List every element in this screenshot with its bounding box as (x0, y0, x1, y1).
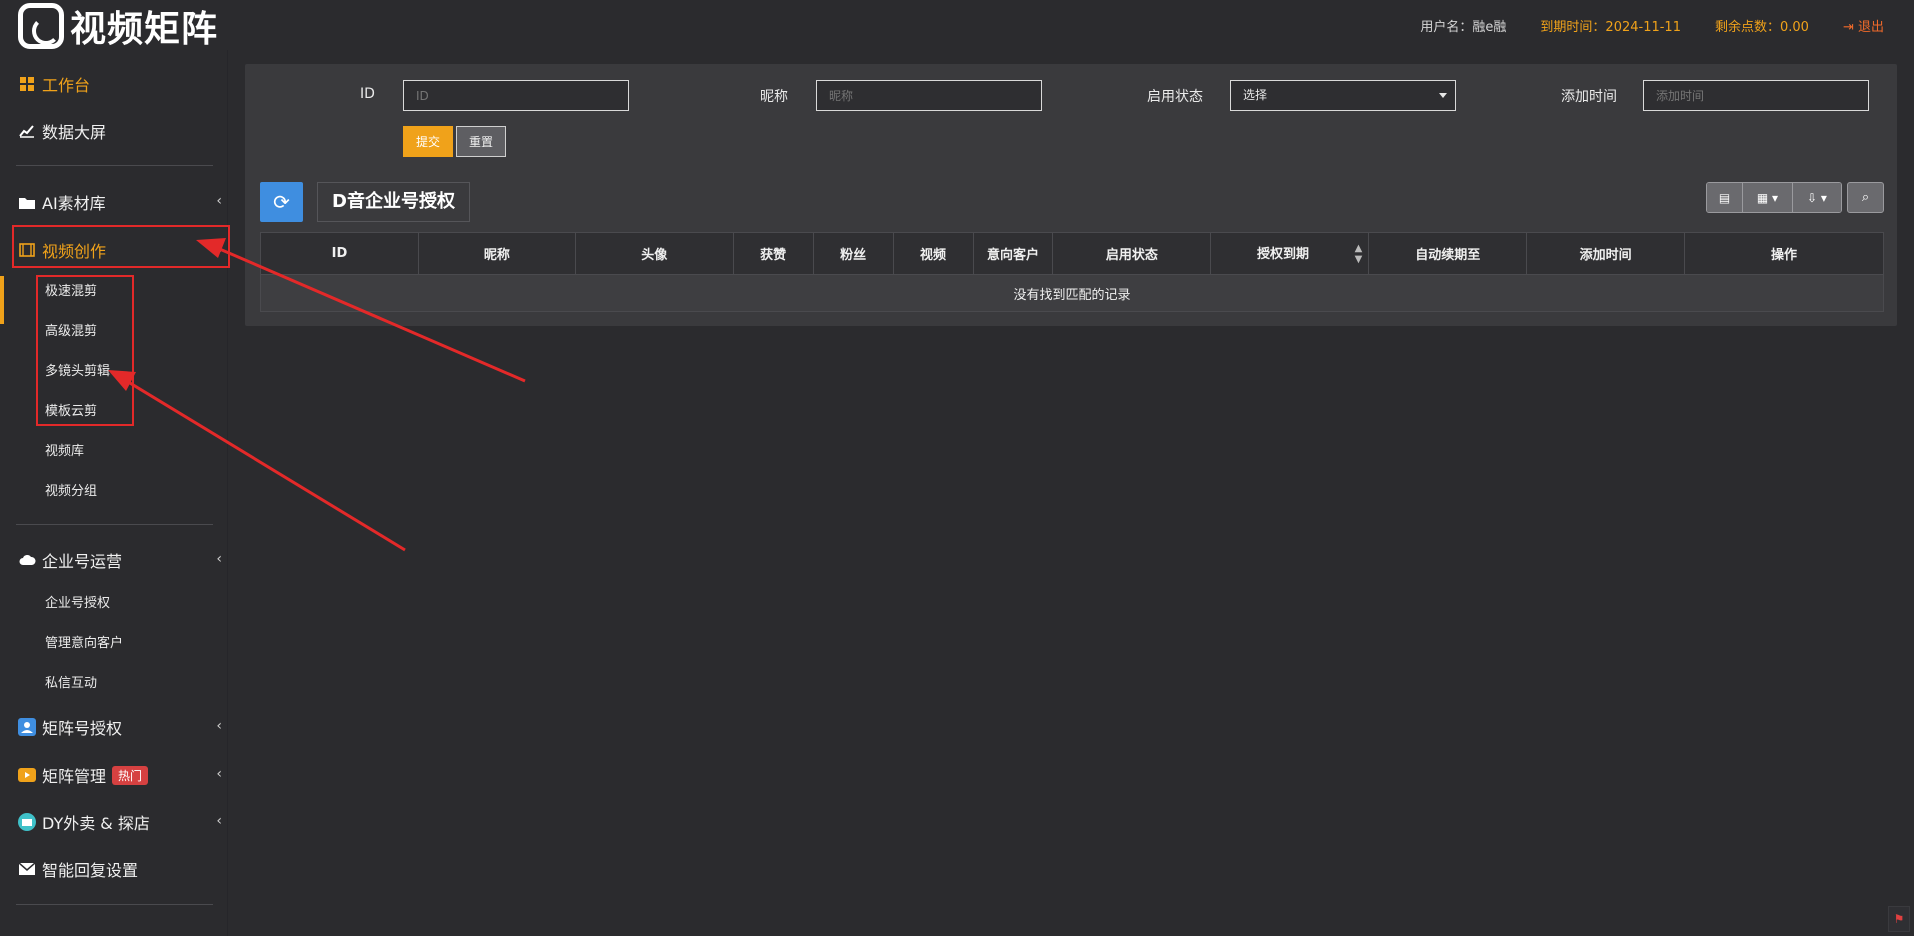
sidebar-item-matrix-auth[interactable]: 矩阵号授权 ‹ (18, 711, 222, 743)
reset-button[interactable]: 重置 (456, 126, 506, 157)
toggle-view-button[interactable]: ▤ (1707, 183, 1743, 212)
folder-icon (18, 193, 36, 211)
store-icon (18, 813, 36, 831)
sidebar-item-ai-library[interactable]: AI素材库 ‹ (18, 186, 222, 218)
chevron-left-icon: ‹ (216, 193, 222, 209)
filter-nickname-label: 昵称 (760, 89, 788, 105)
col-add-time[interactable]: 添加时间 (1526, 232, 1686, 275)
col-id[interactable]: ID (260, 232, 419, 275)
envelope-icon (18, 860, 36, 878)
columns-button[interactable]: ▦ ▾ (1743, 183, 1793, 212)
chevron-left-icon: ‹ (216, 813, 222, 829)
sidebar-item-enterprise-ops[interactable]: 企业号运营 ‹ (18, 544, 222, 576)
chevron-left-icon: ‹ (216, 551, 222, 567)
col-auto-renew[interactable]: 自动续期至 (1368, 232, 1528, 275)
active-indicator (0, 276, 4, 324)
sidebar-item-dashboard[interactable]: 数据大屏 (18, 115, 218, 147)
username-label: 用户名：融e融 (1420, 20, 1507, 35)
col-nickname[interactable]: 昵称 (417, 232, 576, 275)
user-info-bar: 用户名：融e融 到期时间：2024-11-11 剩余点数：0.00 ⇥ 退出 (1420, 16, 1884, 35)
filter-status-value: 选择 (1243, 88, 1268, 102)
sidebar-item-dy-takeout[interactable]: DY外卖 & 探店 ‹ (18, 806, 222, 838)
sidebar-sub-video-group[interactable]: 视频分组 (45, 482, 97, 502)
table-header-row: ID 昵称 头像 获赞 粉丝 视频 意向客户 启用状态 授权到期 ▲ ▼ 自动续期… (260, 232, 1884, 275)
filter-status-label: 启用状态 (1147, 89, 1203, 105)
table-search-button[interactable]: ⌕ (1847, 182, 1884, 213)
app-logo[interactable]: 视频矩阵 (18, 3, 218, 50)
line-chart-icon (18, 122, 36, 140)
sidebar-label: AI素材库 (42, 194, 106, 213)
cloud-icon (18, 551, 36, 569)
logo-text: 视频矩阵 (70, 9, 219, 50)
sidebar-label: 企业号运营 (42, 552, 123, 571)
sidebar-sub-private-message[interactable]: 私信互动 (45, 674, 97, 694)
expire-time-label: 到期时间：2024-11-11 (1540, 20, 1681, 35)
top-header: 视频矩阵 用户名：融e融 到期时间：2024-11-11 剩余点数：0.00 ⇥… (0, 0, 1914, 50)
sidebar-item-smart-reply[interactable]: 智能回复设置 (18, 853, 218, 885)
list-view-icon: ▤ (1718, 190, 1731, 205)
table-title-tab[interactable]: D音企业号授权 (317, 182, 470, 222)
export-icon: ⇩ ▾ (1807, 190, 1827, 205)
logout-icon: ⇥ (1842, 20, 1854, 35)
sidebar-label: 工作台 (42, 76, 91, 95)
filter-id-input[interactable] (403, 80, 629, 111)
main-panel: ID 昵称 启用状态 选择 添加时间 提交 重置 ⟳ D音企业号授权 ▤ ▦ ▾… (245, 64, 1897, 326)
sort-icon[interactable]: ▲ ▼ (1355, 243, 1363, 265)
data-table: ID 昵称 头像 获赞 粉丝 视频 意向客户 启用状态 授权到期 ▲ ▼ 自动续期… (260, 232, 1884, 312)
logo-mark-icon (18, 3, 64, 49)
logout-link[interactable]: ⇥ 退出 (1843, 16, 1884, 35)
sidebar-label: DY外卖 & 探店 (42, 814, 150, 833)
empty-state-text: 没有找到匹配的记录 (260, 274, 1884, 312)
col-intent-customers[interactable]: 意向客户 (972, 232, 1054, 275)
sidebar-divider (16, 165, 213, 166)
col-status[interactable]: 启用状态 (1052, 232, 1212, 275)
sidebar-item-workbench[interactable]: 工作台 (18, 68, 218, 100)
sidebar-divider (16, 524, 213, 525)
col-fans[interactable]: 粉丝 (812, 232, 894, 275)
sidebar-label: 矩阵管理 (42, 767, 107, 786)
chevron-left-icon: ‹ (216, 718, 222, 734)
sidebar-label: 矩阵号授权 (42, 719, 123, 738)
sidebar: 工作台 数据大屏 AI素材库 ‹ 视频创作 ‹ 极速混剪 高级混剪 多镜头剪辑 … (0, 50, 228, 936)
sidebar-label: 数据大屏 (42, 123, 107, 142)
sidebar-sub-intent-customers[interactable]: 管理意向客户 (45, 634, 123, 654)
logout-label: 退出 (1857, 20, 1884, 35)
export-button[interactable]: ⇩ ▾ (1793, 183, 1841, 212)
corner-flag-icon[interactable]: ⚑ (1888, 906, 1910, 932)
sidebar-label: 智能回复设置 (42, 861, 139, 880)
sidebar-divider (16, 904, 213, 905)
col-avatar[interactable]: 头像 (574, 232, 734, 275)
col-actions[interactable]: 操作 (1684, 232, 1884, 275)
contact-card-icon (18, 718, 36, 736)
filter-nickname-input[interactable] (816, 80, 1042, 111)
filter-status-select[interactable]: 选择 (1230, 80, 1456, 111)
chevron-left-icon: ‹ (216, 766, 222, 782)
filter-addtime-input[interactable] (1643, 80, 1869, 111)
col-auth-expire[interactable]: 授权到期 ▲ ▼ (1210, 232, 1370, 275)
annotation-box-submenu (36, 275, 134, 426)
col-likes[interactable]: 获赞 (732, 232, 814, 275)
video-play-icon (18, 766, 36, 784)
filter-addtime-label: 添加时间 (1561, 89, 1617, 105)
sidebar-sub-video-library[interactable]: 视频库 (45, 442, 84, 462)
col-auth-expire-label: 授权到期 (1256, 246, 1309, 262)
refresh-icon: ⟳ (273, 190, 290, 214)
annotation-box-video-creation (12, 225, 230, 268)
remaining-points-label: 剩余点数：0.00 (1714, 20, 1809, 35)
submit-button[interactable]: 提交 (403, 126, 453, 157)
table-row: 没有找到匹配的记录 (260, 274, 1884, 312)
caret-down-icon (1439, 93, 1447, 98)
filter-id-label: ID (360, 86, 375, 102)
search-icon: ⌕ (1861, 190, 1870, 205)
refresh-button[interactable]: ⟳ (260, 182, 303, 222)
col-videos[interactable]: 视频 (892, 232, 974, 275)
table-toolbar: ▤ ▦ ▾ ⇩ ▾ (1706, 182, 1842, 213)
hot-badge: 热门 (112, 765, 149, 785)
sidebar-item-matrix-manage[interactable]: 矩阵管理 热门 ‹ (18, 759, 222, 791)
windows-icon (18, 75, 36, 93)
sidebar-sub-enterprise-auth[interactable]: 企业号授权 (45, 594, 110, 614)
grid-columns-icon: ▦ ▾ (1756, 190, 1779, 205)
